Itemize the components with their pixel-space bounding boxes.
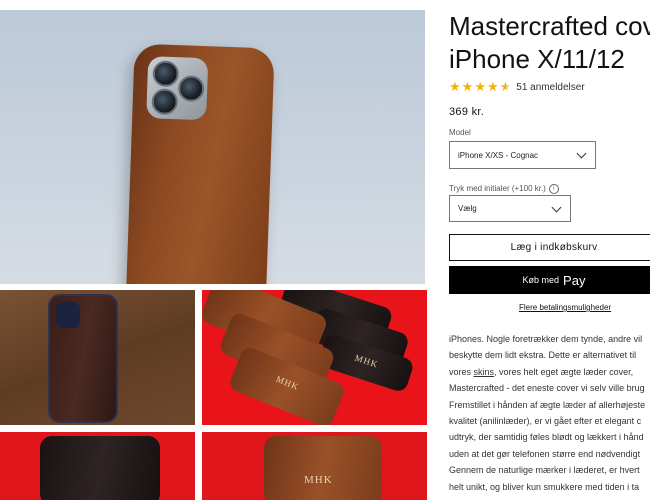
star-icon: ★ xyxy=(474,79,486,94)
star-icon: ★ xyxy=(449,79,461,94)
apple-pay-button[interactable]: Køb med Pay xyxy=(449,266,650,294)
star-icon: ★ xyxy=(486,79,499,94)
initials-label: Tryk med initialer (+100 kr.) i xyxy=(449,184,559,194)
product-title-line: Mastercrafted cover xyxy=(449,11,650,41)
leather-case-black xyxy=(40,436,160,500)
info-icon[interactable]: i xyxy=(548,184,559,194)
camera-lens xyxy=(152,60,180,88)
product-info: Mastercrafted cover iPhone X/11/12 ★ ★ ★… xyxy=(449,0,650,500)
main-product-image[interactable] xyxy=(0,10,425,284)
camera-module xyxy=(56,302,80,328)
model-label: Model xyxy=(449,128,471,137)
rating[interactable]: ★ ★ ★ ★ ★ 51 anmeldelser xyxy=(449,80,585,94)
description-line: uden at det gør telefonen større end nød… xyxy=(449,448,641,459)
monogram-text: MHK xyxy=(304,474,333,486)
initials-selected-value: Vælg xyxy=(458,204,477,213)
description-line: vores skins, vores helt eget ægte læder … xyxy=(449,364,650,380)
description-line: helt unikt, og bliver kun smukkere med t… xyxy=(449,481,640,492)
gallery-thumbnail[interactable]: MHK xyxy=(202,432,427,500)
description-line: beskytte dem lidt ekstra. Dette er alter… xyxy=(449,350,637,361)
camera-module xyxy=(146,56,209,121)
initials-label-text: Tryk med initialer (+100 kr.) xyxy=(449,184,546,194)
gallery-thumbnail[interactable] xyxy=(0,432,195,500)
buy-with-label: Køb med xyxy=(522,275,560,285)
gallery-thumbnail[interactable] xyxy=(0,290,195,425)
chevron-down-icon xyxy=(551,202,562,212)
description-line: Mastercrafted - det eneste cover vi selv… xyxy=(449,383,645,394)
gallery-thumbnail[interactable]: MHK MHK xyxy=(202,290,427,425)
model-selected-value: iPhone X/XS - Cognac xyxy=(458,150,539,160)
chevron-down-icon xyxy=(576,148,587,159)
camera-lens xyxy=(151,88,179,116)
monogram-text: MHK xyxy=(274,373,301,393)
review-count[interactable]: 51 anmeldelser xyxy=(516,82,584,93)
camera-lens xyxy=(177,75,205,103)
product-gallery: MHK MHK MHK xyxy=(0,0,430,500)
add-to-cart-button[interactable]: Læg i indkøbskurv xyxy=(449,234,650,261)
star-half-icon: ★ xyxy=(499,79,512,94)
star-icon: ★ xyxy=(461,79,474,94)
description-text: , vores helt eget ægte læder cover, xyxy=(494,366,634,377)
model-select[interactable]: iPhone X/XS - Cognac xyxy=(449,141,596,169)
product-description: iPhones. Nogle foretrækker dem tynde, an… xyxy=(449,331,650,495)
leather-case-brown: MHK xyxy=(264,436,382,500)
product-title: Mastercrafted cover iPhone X/11/12 xyxy=(449,10,650,76)
apple-pay-text: Pay xyxy=(563,272,586,288)
initials-select[interactable]: Vælg xyxy=(449,195,571,222)
description-line: iPhones. Nogle foretrækker dem tynde, an… xyxy=(449,334,643,344)
monogram-text: MHK xyxy=(353,352,380,370)
description-line: Gennem de naturlige mærker i læderet, er… xyxy=(449,465,640,476)
apple-pay-logo: Pay xyxy=(563,273,585,288)
product-title-line: iPhone X/11/12 xyxy=(449,44,625,74)
description-line: Fremstillet i hånden af ægte læder af al… xyxy=(449,399,646,410)
phone-case-back xyxy=(125,43,275,284)
description-line: kvalitet (anilinlæder), er vi gået efter… xyxy=(449,416,642,427)
skins-link[interactable]: skins xyxy=(474,367,495,377)
description-text: vores xyxy=(449,366,474,377)
price: 369 kr. xyxy=(449,106,485,118)
more-payment-options-link[interactable]: Flere betalingsmuligheder xyxy=(519,303,611,312)
phone-case-image xyxy=(48,294,118,423)
description-line: udtryk, der samtidig føles blødt og lækk… xyxy=(449,432,644,443)
